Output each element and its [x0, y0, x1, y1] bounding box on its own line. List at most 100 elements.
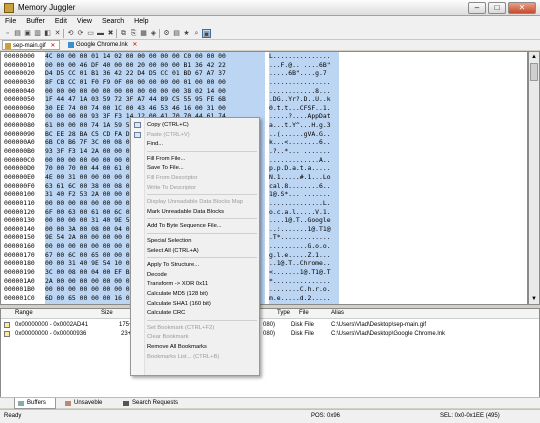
- menu-item-calculate-md5[interactable]: Calculate MD5 (128 bit): [131, 289, 259, 299]
- menu-item-apply-to-structure[interactable]: Apply To Structure...: [131, 260, 259, 270]
- hex-ascii[interactable]: .............A..: [269, 155, 339, 165]
- hex-ascii[interactable]: ..............L.: [269, 198, 339, 208]
- hex-ascii[interactable]: ............8...: [269, 86, 339, 96]
- menu-search[interactable]: Search: [97, 16, 129, 28]
- hex-ascii[interactable]: ....1@.T..Google: [269, 216, 339, 225]
- layout-icon[interactable]: ▤: [172, 29, 181, 38]
- menu-item-copy[interactable]: Copy (CTRL+C): [131, 120, 259, 130]
- hex-ascii[interactable]: ........C.h.r.o.: [269, 285, 339, 294]
- back-icon[interactable]: ⟲: [66, 29, 75, 38]
- hex-ascii[interactable]: .....?....AppDat: [269, 112, 339, 122]
- menu-buffer[interactable]: Buffer: [21, 16, 50, 28]
- hex-ascii[interactable]: cal.8........6..: [269, 181, 339, 191]
- tab-google-chrome[interactable]: Google Chrome.lnk ✕: [66, 40, 142, 50]
- hex-ascii[interactable]: ..........G.o.o.: [269, 242, 339, 251]
- menu-item-save-to-file[interactable]: Save To File...: [131, 163, 259, 173]
- paste-icon[interactable]: ⎘: [129, 29, 138, 38]
- hex-bytes[interactable]: 30 EE 74 00 74 00 1C 00 43 46 53 46 16 0…: [45, 103, 265, 113]
- hex-bytes[interactable]: 4C 00 00 00 01 14 02 00 00 00 00 00 C0 0…: [45, 52, 265, 61]
- panel-icon[interactable]: ▣: [202, 29, 211, 38]
- new-icon[interactable]: ▫: [3, 29, 12, 38]
- hex-ascii[interactable]: *...............: [269, 276, 339, 286]
- col-file[interactable]: File: [299, 310, 309, 316]
- menu-item-decode[interactable]: Decode: [131, 270, 259, 280]
- hex-bytes[interactable]: 00 00 00 46 DF 40 00 00 20 00 00 00 B1 3…: [45, 60, 265, 70]
- hex-bytes[interactable]: 00 00 00 00 00 00 00 00 00 00 00 00 38 0…: [45, 86, 265, 96]
- hex-ascii[interactable]: ..(......gVA.G..: [269, 129, 339, 139]
- hex-ascii[interactable]: o.c.a.l.....V.1.: [269, 207, 339, 217]
- hex-ascii[interactable]: ..:.......1@.T1@: [269, 224, 339, 234]
- new-buffer-icon[interactable]: ◧: [43, 29, 52, 38]
- hex-bytes[interactable]: D4 D5 CC 01 B1 36 42 22 D4 D5 CC 01 BD 6…: [45, 69, 265, 78]
- hex-row[interactable]: 00000060 30 EE 74 00 74 00 1C 00 43 46 53…: [1, 103, 339, 113]
- hex-ascii[interactable]: k...<........6..: [269, 138, 339, 148]
- col-range[interactable]: Range: [15, 310, 33, 316]
- hex-ascii[interactable]: g.l.e.....Z.1...: [269, 250, 339, 260]
- open-folder-icon[interactable]: ▭: [86, 29, 95, 38]
- save-file-icon[interactable]: ▬: [96, 29, 105, 38]
- hex-row[interactable]: 00000000 4C 00 00 00 01 14 02 00 00 00 00…: [1, 52, 339, 61]
- scroll-up-icon[interactable]: ▲: [529, 52, 539, 62]
- scroll-down-icon[interactable]: ▼: [529, 294, 539, 304]
- hex-ascii[interactable]: .T*.............: [269, 233, 339, 243]
- hex-ascii[interactable]: ................: [269, 77, 339, 87]
- vertical-scrollbar[interactable]: ▲ ▼: [528, 51, 540, 305]
- hex-ascii[interactable]: 1@.S*... .......: [269, 190, 339, 199]
- table-row[interactable]: 0x00000000 - 0x00000936 23+ 080) Disk Fi…: [1, 330, 539, 339]
- menu-item-remove-all-bookmarks[interactable]: Remove All Bookmarks: [131, 342, 259, 352]
- tab-close-icon[interactable]: ✕: [132, 42, 137, 48]
- hex-bytes[interactable]: 1F 44 47 1A 03 59 72 3F A7 44 89 C5 55 9…: [45, 95, 265, 104]
- hex-row[interactable]: 00000050 1F 44 47 1A 03 59 72 3F A7 44 89…: [1, 95, 339, 104]
- menu-help[interactable]: Help: [129, 16, 153, 28]
- tab-buffers[interactable]: Buffers: [14, 398, 56, 409]
- hex-ascii[interactable]: .?..*... .......: [269, 147, 339, 156]
- menu-edit[interactable]: Edit: [50, 16, 72, 28]
- settings-icon[interactable]: ⚙: [162, 29, 171, 38]
- menu-item-add-to-byte-sequence-file[interactable]: Add To Byte Sequence File...: [131, 221, 259, 231]
- hex-ascii[interactable]: p.p.D.a.t.a.....: [269, 164, 339, 173]
- tab-unsaveble[interactable]: Unsaveble: [62, 398, 114, 409]
- menu-view[interactable]: View: [72, 16, 97, 28]
- menu-file[interactable]: File: [0, 16, 21, 28]
- minimize-button[interactable]: –: [468, 2, 486, 14]
- hex-ascii[interactable]: ...F.@.. ....6B": [269, 60, 339, 70]
- save-icon[interactable]: ▣: [23, 29, 32, 38]
- hex-ascii[interactable]: m.e.....d.2.....: [269, 293, 339, 303]
- hex-ascii[interactable]: a...t.Y^...H.g.3: [269, 121, 339, 130]
- open-icon[interactable]: ▤: [13, 29, 22, 38]
- menu-item-fill-from-file[interactable]: Fill From File...: [131, 154, 259, 164]
- hex-ascii[interactable]: 0.t.t...CFSF..1.: [269, 103, 339, 113]
- hex-ascii[interactable]: .DG..Yr?.D..U..k: [269, 95, 339, 104]
- tab-sep-main[interactable]: sep-main.gif ✕: [2, 40, 60, 50]
- hex-ascii[interactable]: N.1.....#.1...Lo: [269, 172, 339, 182]
- page-icon[interactable]: ▦: [139, 29, 148, 38]
- hex-ascii[interactable]: ..1@.T..Chrome..: [269, 259, 339, 269]
- maximize-button[interactable]: □: [488, 2, 506, 14]
- hex-ascii[interactable]: <.......1@.T1@.T: [269, 268, 339, 277]
- menu-item-mark-unreadable-data-blocks[interactable]: Mark Unreadable Data Blocks: [131, 207, 259, 217]
- hex-row[interactable]: 00000030 8F CB CC 01 F0 F9 0F 00 00 00 00…: [1, 77, 339, 87]
- hex-ascii[interactable]: L...............: [269, 52, 339, 61]
- search-icon[interactable]: ⌕: [192, 29, 201, 38]
- col-type[interactable]: Type: [277, 310, 290, 316]
- tab-search-requests[interactable]: Search Requests: [120, 398, 190, 409]
- copy-icon[interactable]: ⧉: [119, 29, 128, 38]
- select-icon[interactable]: ◈: [149, 29, 158, 38]
- hex-ascii[interactable]: .....6B"....g.7: [269, 69, 339, 78]
- menu-item-calculate-crc[interactable]: Calculate CRC: [131, 308, 259, 318]
- close-button[interactable]: ✕: [508, 2, 536, 14]
- save-all-icon[interactable]: ▥: [33, 29, 42, 38]
- hex-ascii[interactable]: 1@.T..APPLIC..F.: [269, 302, 339, 304]
- bookmark-icon[interactable]: ★: [182, 29, 191, 38]
- col-alias[interactable]: Alias: [331, 310, 344, 316]
- menu-item-special-selection[interactable]: Special Selection: [131, 236, 259, 246]
- close-buffer-icon[interactable]: ✕: [53, 29, 62, 38]
- scroll-thumb[interactable]: [530, 63, 538, 81]
- menu-item-find[interactable]: Find...: [131, 139, 259, 149]
- menu-item-select-all[interactable]: Select All (CTRL+A): [131, 246, 259, 256]
- table-row[interactable]: 0x00000000 - 0x0002AD41 175+ 080) Disk F…: [1, 321, 539, 330]
- menu-item-calculate-sha1[interactable]: Calculate SHA1 (160 bit): [131, 299, 259, 309]
- hex-row[interactable]: 00000040 00 00 00 00 00 00 00 00 00 00 00…: [1, 86, 339, 96]
- hex-view[interactable]: 00000000 4C 00 00 00 01 14 02 00 00 00 00…: [0, 51, 528, 305]
- forward-icon[interactable]: ⟳: [76, 29, 85, 38]
